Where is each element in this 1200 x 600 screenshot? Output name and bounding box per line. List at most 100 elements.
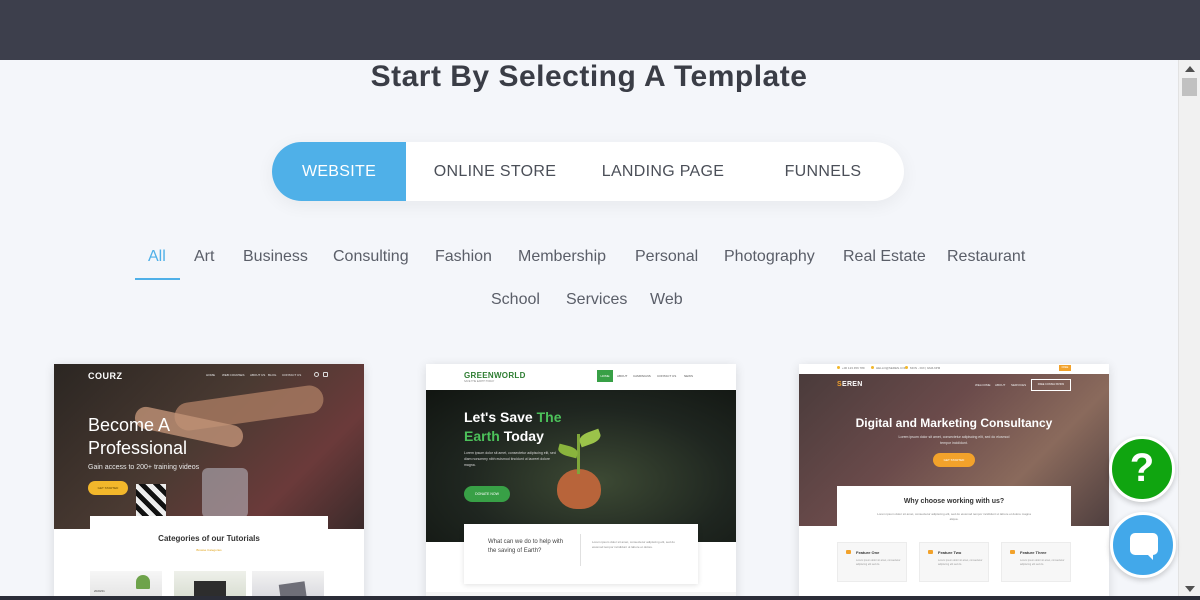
template-logo: GREENWORLD <box>464 371 526 380</box>
scroll-up-arrow-icon[interactable] <box>1185 66 1195 72</box>
template-section: Categories of our Tutorials Browse Categ… <box>90 516 328 596</box>
help-button[interactable]: ? <box>1109 436 1175 502</box>
tab-online-store[interactable]: ONLINE STORE <box>406 142 584 201</box>
template-nav-item: CAMPAIGNS <box>633 374 651 378</box>
feature-text: Lorem ipsum dolor sit amet, consectetur … <box>856 559 901 566</box>
scrollbar-thumb[interactable] <box>1182 78 1197 96</box>
category-art[interactable]: Art <box>194 245 214 269</box>
feature-title: Feature Three <box>1020 550 1047 555</box>
question-icon: ? <box>1129 446 1155 490</box>
template-cta: DONATE NOW <box>464 486 510 502</box>
template-nav-item: WELCOME <box>975 383 991 387</box>
plant-shape <box>136 575 150 589</box>
feature-text: Lorem ipsum dolor sit amet, consectetur … <box>1020 559 1065 566</box>
soil-shape <box>557 469 601 509</box>
category-business[interactable]: Business <box>243 245 308 269</box>
tab-funnels[interactable]: FUNNELS <box>742 142 904 201</box>
template-section: What can we do to help with the saving o… <box>464 524 698 584</box>
scroll-down-arrow-icon[interactable] <box>1185 586 1195 592</box>
category-all[interactable]: All <box>148 245 166 269</box>
template-card-courz[interactable]: COURZ HOME WEB COURSES ABOUT US BLOG CON… <box>54 364 364 596</box>
tab-website[interactable]: WEBSITE <box>272 142 406 201</box>
bottom-edge-bar <box>0 596 1200 600</box>
template-card-seren[interactable]: +00 123 456 789 HELLO@SEREN.COM MON - FR… <box>799 364 1109 596</box>
headline-highlight: Earth <box>464 428 500 444</box>
template-section-title: Categories of our Tutorials <box>158 534 260 543</box>
template-top-item: MON - FRI | 9AM-6PM <box>905 366 940 370</box>
template-feature: Feature Two Lorem ipsum dolor sit amet, … <box>919 542 989 582</box>
template-question: What can we do to help with the saving o… <box>488 539 564 554</box>
template-top-item: +00 123 456 789 <box>837 366 865 370</box>
monitor-shape <box>194 581 226 596</box>
category-restaurant[interactable]: Restaurant <box>947 245 1025 269</box>
template-section-subtitle: Browse Categories <box>196 548 222 552</box>
template-logo: COURZ <box>88 371 123 381</box>
divider <box>580 534 581 566</box>
headline-highlight: The <box>536 409 562 425</box>
template-subtext: Gain access to 200+ training videos <box>88 464 200 471</box>
template-gallery: Start By Selecting A Template WEBSITE ON… <box>0 60 1178 596</box>
template-body-text: Lorem ipsum dolor sit amet, consectetur … <box>464 451 556 467</box>
template-subtext: Lorem ipsum dolor sit amet, consectetur … <box>898 435 1010 445</box>
jar-shape <box>202 468 248 518</box>
category-fashion[interactable]: Fashion <box>435 245 492 269</box>
template-card-greenworld[interactable]: GREENWORLD SAVE THE EARTH TODAY HOME ABO… <box>426 364 736 596</box>
template-top-badge: FREE <box>1059 365 1071 371</box>
active-category-underline <box>135 278 180 280</box>
feature-title: Feature Two <box>938 550 962 555</box>
category-services[interactable]: Services <box>566 288 627 312</box>
template-section-title: Why choose working with us? <box>903 498 1005 505</box>
category-photography[interactable]: Photography <box>724 245 815 269</box>
template-thumbnail <box>252 571 324 596</box>
category-membership[interactable]: Membership <box>518 245 606 269</box>
template-nav-item: ABOUT <box>617 374 628 378</box>
template-headline: Digital and Marketing Consultancy <box>855 416 1053 430</box>
template-cta: GET STARTED <box>933 453 975 467</box>
app-top-bar <box>0 0 1200 60</box>
headline-text: Today <box>503 428 544 444</box>
page-title: Start By Selecting A Template <box>370 60 808 93</box>
template-headline: Become A Professional <box>88 415 188 458</box>
feature-icon <box>1010 550 1015 554</box>
template-nav-item: ABOUT US <box>250 373 266 377</box>
template-feature: Feature Three Lorem ipsum dolor sit amet… <box>1001 542 1071 582</box>
template-nav-item: BLOG <box>268 373 277 377</box>
category-consulting[interactable]: Consulting <box>333 245 409 269</box>
template-header: GREENWORLD SAVE THE EARTH TODAY HOME ABO… <box>426 364 736 390</box>
category-personal[interactable]: Personal <box>635 245 698 269</box>
category-school[interactable]: School <box>491 288 540 312</box>
device-shape <box>278 581 308 596</box>
template-nav-item: HOME <box>597 370 613 382</box>
feature-text: Lorem ipsum dolor sit amet, consectetur … <box>938 559 983 566</box>
template-cta: GET STARTED <box>88 481 128 495</box>
template-thumbnail: 2020/21 <box>90 571 162 596</box>
template-top-line: +00 123 456 789 HELLO@SEREN.COM MON - FR… <box>799 364 1109 374</box>
template-nav-item: CONTACT US <box>282 373 302 377</box>
tab-landing-page[interactable]: LANDING PAGE <box>584 142 742 201</box>
cart-icon <box>323 372 328 377</box>
logo-text: EREN <box>841 381 863 388</box>
template-nav-item: WEB COURSES <box>222 373 245 377</box>
template-logo: SEREN <box>837 381 863 388</box>
feature-icon <box>846 550 851 554</box>
thumbnail-caption: 2020/21 <box>94 589 105 593</box>
template-nav-item: NEWS <box>684 374 693 378</box>
template-top-item: HELLO@SEREN.COM <box>871 366 907 370</box>
template-headline-line-2: Earth Today <box>464 428 544 444</box>
template-thumbnail <box>174 571 246 596</box>
category-real-estate[interactable]: Real Estate <box>843 245 926 269</box>
template-tagline: SAVE THE EARTH TODAY <box>464 380 495 383</box>
user-icon <box>314 372 319 377</box>
template-nav-item: SERVICES <box>1011 383 1027 387</box>
vertical-scrollbar[interactable] <box>1178 60 1200 596</box>
template-nav-item: CONTACT US <box>657 374 677 378</box>
chat-bubble-icon <box>1130 533 1158 560</box>
template-section: Why choose working with us? Lorem ipsum … <box>837 486 1071 596</box>
template-nav-button: FREE CONSULTATION <box>1031 379 1071 391</box>
template-section-text: Lorem ipsum dolor sit amet, consectetur … <box>877 512 1031 521</box>
headline-text: Let's Save <box>464 409 533 425</box>
category-web[interactable]: Web <box>650 288 683 312</box>
chat-button[interactable] <box>1110 512 1176 578</box>
template-nav-item: ABOUT <box>995 383 1006 387</box>
feature-icon <box>928 550 933 554</box>
